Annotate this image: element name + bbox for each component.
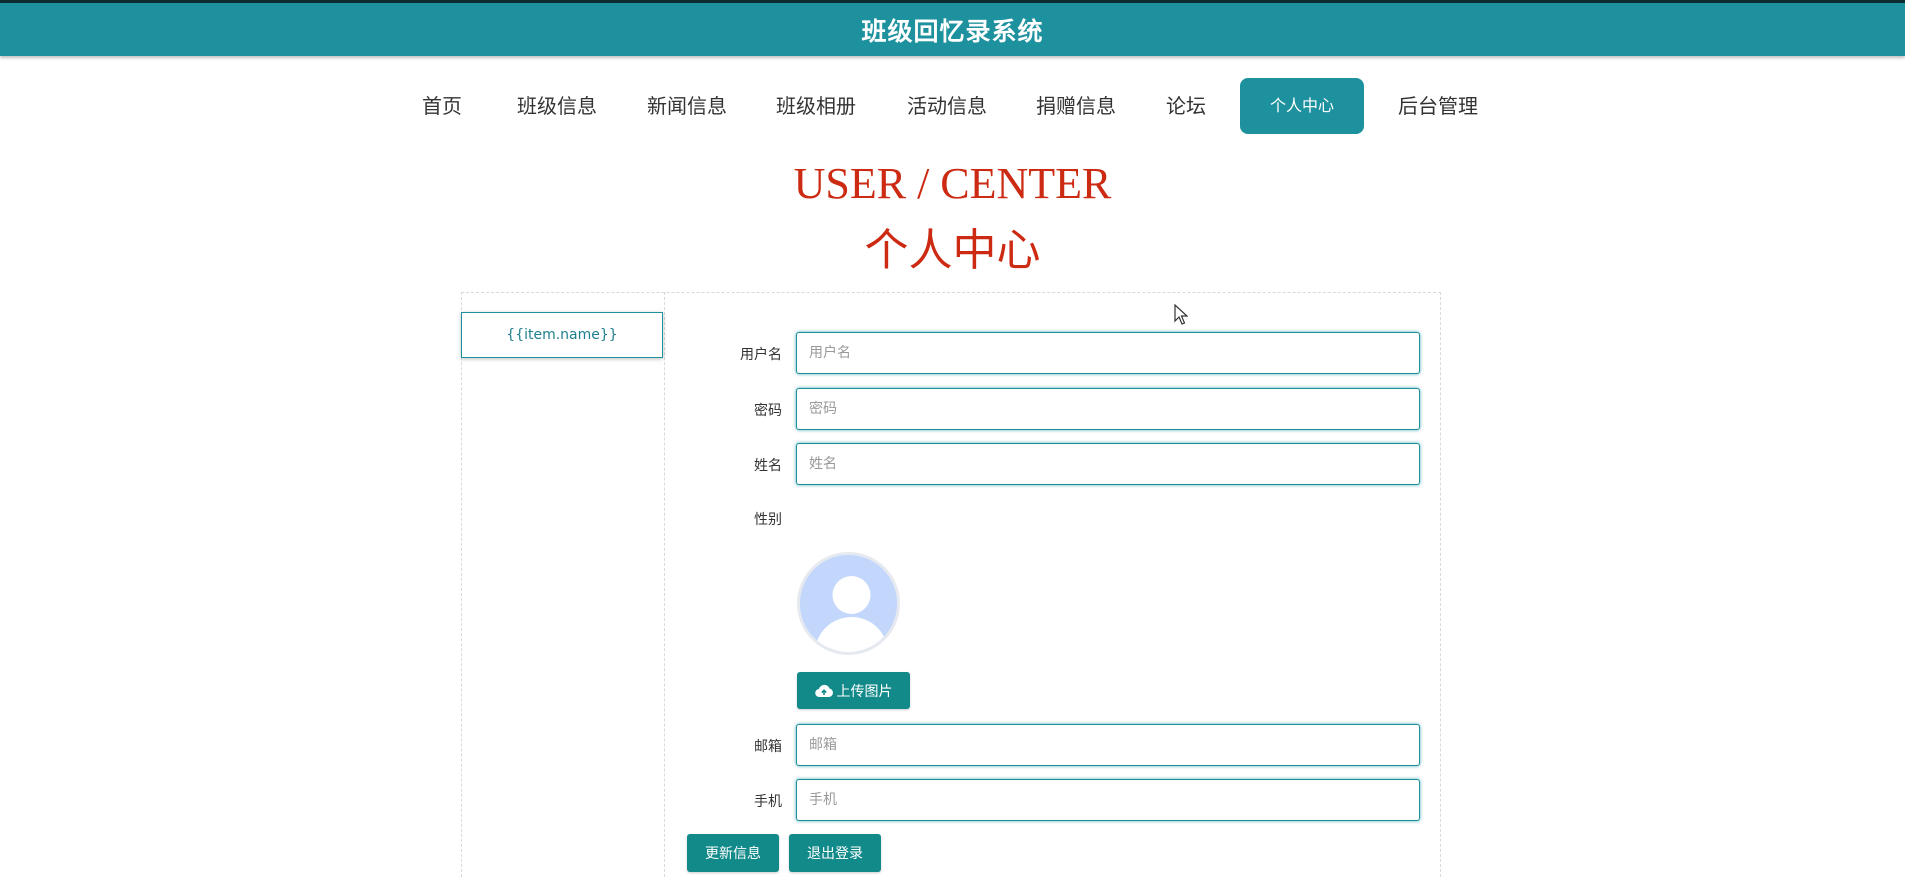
nav-album[interactable]: 班级相册 bbox=[771, 78, 861, 134]
page-title-en: USER / CENTER bbox=[793, 159, 1112, 208]
nav-news[interactable]: 新闻信息 bbox=[642, 78, 732, 134]
name-input[interactable] bbox=[796, 443, 1420, 485]
email-input[interactable] bbox=[796, 724, 1420, 766]
email-label: 邮箱 bbox=[754, 739, 782, 755]
nav-home[interactable]: 首页 bbox=[416, 78, 468, 134]
sidebar bbox=[461, 292, 665, 878]
upload-image-label: 上传图片 bbox=[836, 683, 893, 700]
username-input[interactable] bbox=[796, 332, 1420, 374]
page-title-cn: 个人中心 bbox=[864, 225, 1041, 276]
nav-donation[interactable]: 捐赠信息 bbox=[1031, 78, 1121, 134]
avatar-image bbox=[797, 552, 900, 655]
site-title: 班级回忆录系统 bbox=[861, 16, 1044, 46]
phone-input[interactable] bbox=[796, 779, 1420, 821]
nav-class-info[interactable]: 班级信息 bbox=[512, 78, 602, 134]
password-input[interactable] bbox=[796, 388, 1420, 430]
nav-activity[interactable]: 活动信息 bbox=[902, 78, 992, 134]
mouse-cursor-icon bbox=[1174, 304, 1188, 325]
phone-label: 手机 bbox=[754, 794, 782, 810]
password-label: 密码 bbox=[754, 403, 782, 419]
sidebar-item[interactable]: {{item.name}} bbox=[461, 312, 663, 358]
update-info-button[interactable]: 更新信息 bbox=[687, 834, 779, 872]
cloud-upload-icon bbox=[814, 684, 833, 697]
header-bar: 班级回忆录系统 bbox=[0, 0, 1905, 56]
name-label: 姓名 bbox=[754, 458, 782, 474]
nav-user-center[interactable]: 个人中心 bbox=[1240, 78, 1364, 134]
username-label: 用户名 bbox=[740, 347, 782, 363]
upload-image-button[interactable]: 上传图片 bbox=[797, 672, 910, 709]
main-nav: 首页 班级信息 新闻信息 班级相册 活动信息 捐赠信息 论坛 个人中心 后台管理 bbox=[0, 78, 1905, 134]
gender-label: 性别 bbox=[754, 512, 782, 528]
logout-button[interactable]: 退出登录 bbox=[789, 834, 881, 872]
nav-forum[interactable]: 论坛 bbox=[1160, 78, 1212, 134]
nav-admin[interactable]: 后台管理 bbox=[1390, 78, 1486, 134]
